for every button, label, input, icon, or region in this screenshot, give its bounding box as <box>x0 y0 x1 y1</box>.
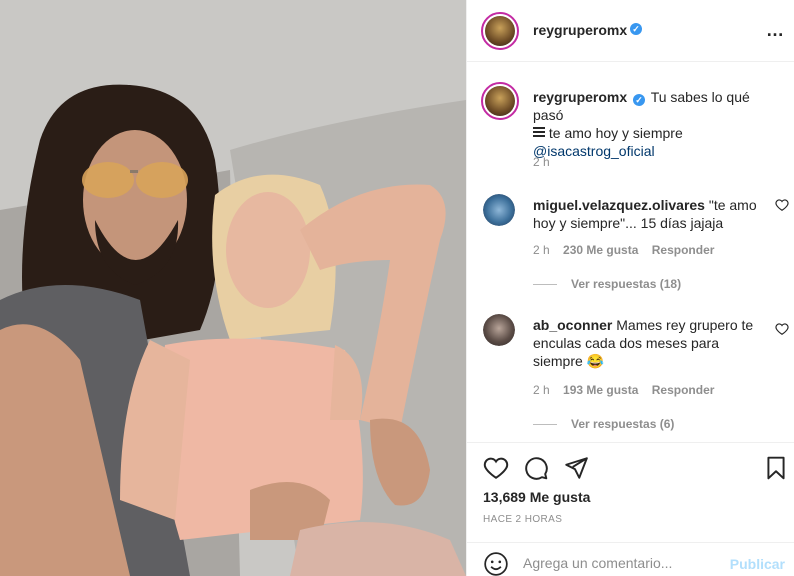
comment-heart-icon[interactable] <box>775 198 789 212</box>
comment-reply-button[interactable]: Responder <box>652 383 715 397</box>
share-icon[interactable] <box>563 455 589 481</box>
comment-2: ab_oconner Mames rey grupero te enculas … <box>533 316 765 370</box>
author-avatar[interactable] <box>481 12 519 50</box>
comment-input[interactable] <box>523 555 713 571</box>
list-emoji-icon <box>533 127 545 139</box>
comment-heart-icon[interactable] <box>775 322 789 336</box>
caption-avatar[interactable] <box>481 82 519 120</box>
caption-time: 2 h <box>533 155 550 169</box>
comment-text-2: hoy y siempre"... 15 días jajaja <box>533 215 724 231</box>
post-details-panel: reygruperomx ✓ … reygruperomx ✓ Tu sabes… <box>466 0 794 576</box>
comment-1: miguel.velazquez.olivares "te amo hoy y … <box>533 196 765 232</box>
comment-text-1: Mames rey grupero te <box>616 317 754 333</box>
comment-time: 2 h <box>533 243 550 257</box>
replies-divider <box>533 424 557 426</box>
post-time: HACE 2 HORAS <box>483 514 563 525</box>
comment-avatar[interactable] <box>483 314 515 346</box>
verified-icon: ✓ <box>630 23 642 35</box>
caption-mention[interactable]: @isacastrog_oficial <box>533 143 655 159</box>
comment-username[interactable]: ab_oconner <box>533 317 612 333</box>
replies-divider <box>533 284 557 286</box>
post-header: reygruperomx ✓ … <box>467 0 794 62</box>
view-replies-button[interactable]: Ver respuestas (6) <box>533 417 674 431</box>
author-username[interactable]: reygruperomx <box>533 22 627 38</box>
post-photo-illustration <box>0 0 466 576</box>
comment-likes[interactable]: 230 Me gusta <box>563 243 638 257</box>
comment-meta: 2 h 230 Me gusta Responder <box>533 243 714 257</box>
comment-username[interactable]: miguel.velazquez.olivares <box>533 197 705 213</box>
comment-text-2: enculas cada dos meses para <box>533 335 719 351</box>
view-replies-button[interactable]: Ver respuestas (18) <box>533 277 681 291</box>
comment-icon[interactable] <box>523 455 549 481</box>
comment-text-3: siempre 😂 <box>533 353 605 369</box>
publish-button[interactable]: Publicar <box>730 556 785 572</box>
caption-text-2: te amo hoy y siempre <box>548 125 683 141</box>
comment-time: 2 h <box>533 383 550 397</box>
more-icon[interactable]: … <box>766 20 785 41</box>
view-replies-label: Ver respuestas (6) <box>571 417 675 431</box>
caption-username[interactable]: reygruperomx <box>533 89 627 105</box>
post-photo[interactable] <box>0 0 466 576</box>
emoji-icon[interactable] <box>483 551 509 576</box>
likes-count[interactable]: 13,689 Me gusta <box>483 489 590 505</box>
caption-verified-icon: ✓ <box>633 94 646 106</box>
action-bar: 13,689 Me gusta HACE 2 HORAS <box>467 442 794 542</box>
bookmark-icon[interactable] <box>763 455 789 481</box>
heart-icon[interactable] <box>483 455 509 481</box>
comment-reply-button[interactable]: Responder <box>652 243 715 257</box>
view-replies-label: Ver respuestas (18) <box>571 277 682 291</box>
comment-bar: Publicar <box>467 542 794 576</box>
comment-likes[interactable]: 193 Me gusta <box>563 383 638 397</box>
caption: reygruperomx ✓ Tu sabes lo qué pasó te a… <box>533 88 783 160</box>
comment-text-1: "te amo <box>708 197 757 213</box>
comment-avatar[interactable] <box>483 194 515 226</box>
comment-meta: 2 h 193 Me gusta Responder <box>533 383 714 397</box>
